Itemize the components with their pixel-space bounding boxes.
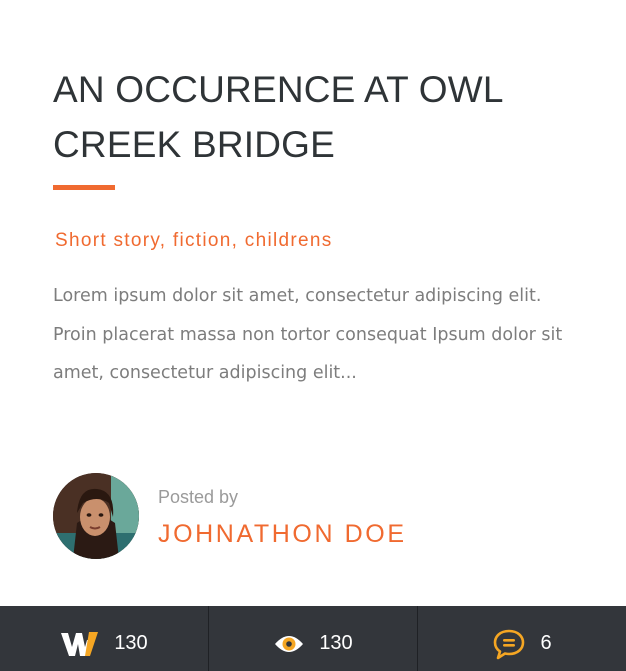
post-excerpt: Lorem ipsum dolor sit amet, consectetur … [53, 286, 563, 383]
eye-icon [273, 633, 305, 655]
author-name[interactable]: JOHNATHON DOE [158, 520, 407, 549]
post-title[interactable]: AN OCCURENCE AT OWL CREEK BRIDGE [53, 62, 593, 172]
post-stats-bar: 130 130 6 [0, 606, 626, 671]
title-divider [53, 185, 115, 190]
post-card: AN OCCURENCE AT OWL CREEK BRIDGE Short s… [0, 0, 626, 671]
posted-by-label: Posted by [158, 487, 239, 507]
comments-count: 6 [540, 632, 552, 654]
avatar-photo [53, 473, 139, 559]
w-stat[interactable]: 130 [0, 606, 208, 671]
comments-stat[interactable]: 6 [417, 606, 626, 671]
w-logo-icon [60, 630, 100, 658]
author-avatar[interactable] [53, 473, 139, 559]
w-count: 130 [114, 632, 148, 654]
speech-bubble-icon [492, 628, 526, 660]
views-count: 130 [319, 632, 353, 654]
views-stat[interactable]: 130 [208, 606, 417, 671]
post-tags[interactable]: Short story, fiction, childrens [55, 230, 333, 252]
